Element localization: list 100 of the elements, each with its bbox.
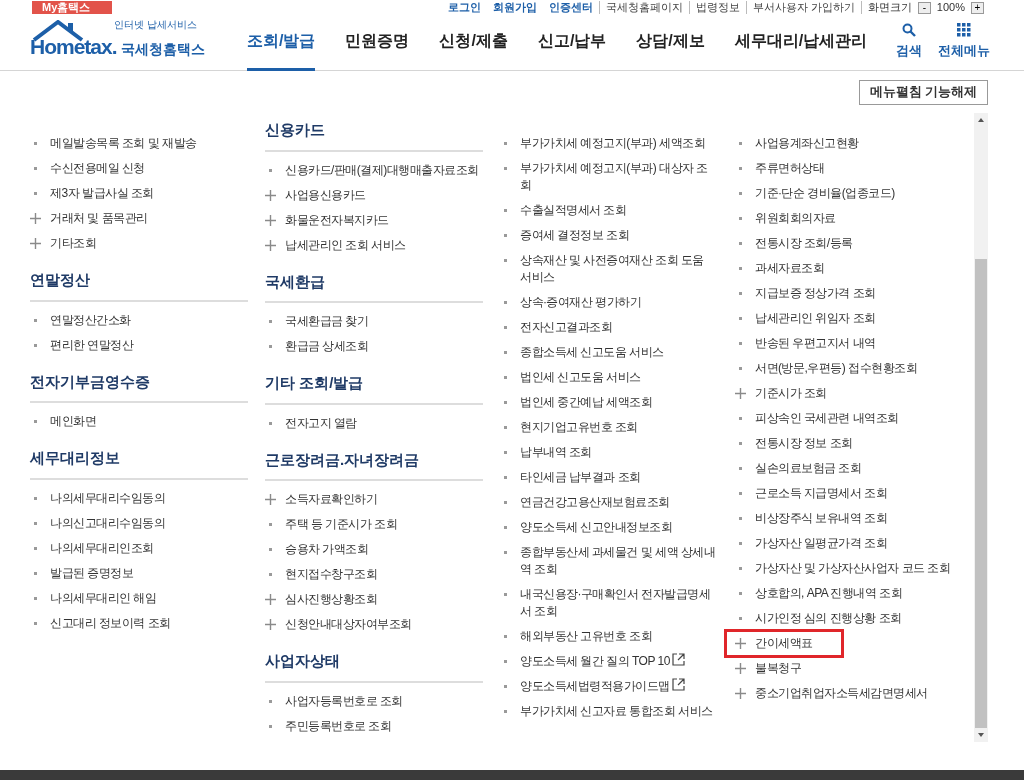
menu-link[interactable]: 제3자 발급사실 조회 <box>50 185 154 202</box>
menu-link[interactable]: 기준시가 조회 <box>755 385 827 402</box>
menu-link[interactable]: 신청안내대상자여부조회 <box>285 616 412 633</box>
menu-link[interactable]: 타인세금 납부결과 조회 <box>520 469 641 486</box>
menu-link[interactable]: 주민등록번호로 조회 <box>285 717 392 735</box>
menu-link[interactable]: 메일발송목록 조회 및 재발송 <box>50 135 197 152</box>
scrollbar-thumb[interactable] <box>975 259 987 728</box>
menu-link[interactable]: 심사진행상황조회 <box>285 591 377 608</box>
menu-link[interactable]: 반송된 우편고지서 내역 <box>755 335 876 352</box>
menu-link[interactable]: 나의세무대리인조회 <box>50 539 154 557</box>
menu-link[interactable]: 법인세 신고도움 서비스 <box>520 369 641 386</box>
menu-link[interactable]: 연말정산간소화 <box>50 311 131 329</box>
menu-link[interactable]: 전자신고결과조회 <box>520 319 612 336</box>
menu-link[interactable]: 사업용신용카드 <box>285 186 366 204</box>
nav-tab[interactable]: 신고/납부 <box>537 14 607 71</box>
zoom-out-button[interactable]: - <box>917 1 931 14</box>
bullet-icon <box>739 367 742 370</box>
menu-link[interactable]: 수신전용메일 신청 <box>50 160 145 177</box>
menu-link[interactable]: 승용차 가액조회 <box>285 541 369 558</box>
zoom-in-button[interactable]: + <box>971 1 984 14</box>
nav-tab[interactable]: 민원증명 <box>345 14 410 71</box>
menu-link[interactable]: 시가인정 심의 진행상황 조회 <box>755 610 902 627</box>
menu-link[interactable]: 거래처 및 품목관리 <box>50 210 148 227</box>
menu-link[interactable]: 편리한 연말정산 <box>50 336 134 354</box>
menu-link[interactable]: 발급된 증명정보 <box>50 564 134 582</box>
menu-link[interactable]: 전통시장 정보 조회 <box>755 435 853 452</box>
menu-link[interactable]: 실손의료보험금 조회 <box>755 460 862 477</box>
logo-wordmark[interactable]: Hometax. <box>30 36 117 58</box>
menu-link[interactable]: 내국신용장·구매확인서 전자발급명세서 조회 <box>520 586 718 620</box>
menu-link[interactable]: 종합부동산세 과세물건 및 세액 상세내역 조회 <box>520 544 718 578</box>
menu-link[interactable]: 전자고지 열람 <box>285 414 357 432</box>
menu-link[interactable]: 연금건강고용산재보험료조회 <box>520 494 670 511</box>
menu-link[interactable]: 부가가치세 신고자료 통합조회 서비스 <box>520 703 713 720</box>
menu-link[interactable]: 해외부동산 고유번호 조회 <box>520 628 653 645</box>
bullet-icon <box>739 467 742 470</box>
bullet-icon <box>269 345 272 348</box>
all-menu-button[interactable]: 전체메뉴 <box>938 23 990 61</box>
menu-link[interactable]: 상속재산 및 사전증여재산 조회 도움 서비스 <box>520 252 718 286</box>
menu-link[interactable]: 소득자료확인하기 <box>285 491 377 508</box>
menu-link[interactable]: 메인화면 <box>50 413 96 430</box>
menu-link[interactable]: 환급금 상세조회 <box>285 338 369 355</box>
menu-link[interactable]: 주류면허상태 <box>755 160 824 177</box>
menu-link[interactable]: 주택 등 기준시가 조회 <box>285 516 397 533</box>
menu-link[interactable]: 과세자료조회 <box>755 260 824 277</box>
menu-link[interactable]: 비상장주식 보유내역 조회 <box>755 510 888 527</box>
menu-link[interactable]: 상호합의, APA 진행내역 조회 <box>755 585 903 602</box>
menu-link[interactable]: 종합소득세 신고도움 서비스 <box>520 344 664 361</box>
search-button[interactable]: 검색 <box>896 23 922 61</box>
menu-link[interactable]: 양도소득세 신고안내정보조회 <box>520 519 673 536</box>
my-hometax-tab[interactable]: My홈택스 <box>32 1 112 14</box>
nav-tab[interactable]: 세무대리/납세관리 <box>734 14 868 71</box>
menu-link[interactable]: 위원회회의자료 <box>755 210 836 227</box>
menu-link[interactable]: 수출실적명세서 조회 <box>520 202 627 219</box>
menu-link[interactable]: 중소기업취업자소득세감면명세서 <box>755 685 928 702</box>
scrollbar[interactable] <box>974 113 988 742</box>
menu-link[interactable]: 상속·증여재산 평가하기 <box>520 294 642 311</box>
top-link[interactable]: 부서사용자 가입하기 <box>745 1 855 14</box>
nav-tab[interactable]: 상담/제보 <box>636 14 705 71</box>
menu-link[interactable]: 부가가치세 예정고지(부과) 세액조회 <box>520 135 706 152</box>
menu-link[interactable]: 가상자산 일평균가격 조회 <box>755 535 888 552</box>
menu-link[interactable]: 근로소득 지급명세서 조회 <box>755 485 888 502</box>
bullet-icon <box>34 192 37 195</box>
top-link[interactable]: 회원가입 <box>492 1 537 14</box>
menu-link[interactable]: 부가가치세 예정고지(부과) 대상자 조회 <box>520 160 718 194</box>
top-link[interactable]: 인증센터 <box>548 1 593 14</box>
menu-link[interactable]: 전통시장 조회/등록 <box>755 235 853 252</box>
menu-link[interactable]: 사업자등록번호로 조회 <box>285 692 403 710</box>
menu-link[interactable]: 화물운전자복지카드 <box>285 211 389 229</box>
top-link[interactable]: 로그인 <box>447 1 481 14</box>
menu-link[interactable]: 현지접수창구조회 <box>285 566 377 583</box>
nav-tab[interactable]: 조회/발급 <box>247 14 316 71</box>
menu-link[interactable]: 증여세 결정정보 조회 <box>520 227 630 244</box>
menu-link[interactable]: 지급보증 정상가격 조회 <box>755 285 876 302</box>
menu-link[interactable]: 나의세무대리인 해임 <box>50 589 157 607</box>
logo-name[interactable]: 국세청홈택스 <box>120 40 205 58</box>
menu-link[interactable]: 신고대리 정보이력 조회 <box>50 614 171 632</box>
menu-link[interactable]: 나의세무대리수임동의 <box>50 489 165 507</box>
menu-link[interactable]: 국세환급금 찾기 <box>285 313 369 330</box>
menu-link[interactable]: 피상속인 국세관련 내역조회 <box>755 410 899 427</box>
menu-link[interactable]: 나의신고대리수임동의 <box>50 514 165 532</box>
top-link[interactable]: 법령정보 <box>688 1 740 14</box>
menu-link[interactable]: 양도소득세법령적용가이드맵 <box>520 678 685 695</box>
bullet-icon <box>504 426 507 429</box>
menu-link[interactable]: 현지기업고유번호 조회 <box>520 419 638 436</box>
menu-toggle-button[interactable]: 메뉴펼침 기능해제 <box>858 80 988 105</box>
bullet-icon <box>504 526 507 529</box>
menu-link[interactable]: 납세관리인 조회 서비스 <box>285 236 406 254</box>
menu-link[interactable]: 서면(방문,우편등) 접수현황조회 <box>755 360 918 377</box>
nav-tab[interactable]: 신청/제출 <box>439 14 508 71</box>
menu-link[interactable]: 기타조회 <box>50 235 96 252</box>
menu-link[interactable]: 불복청구 <box>755 660 801 677</box>
menu-link[interactable]: 납부내역 조회 <box>520 444 592 461</box>
menu-link[interactable]: 기준·단순 경비율(업종코드) <box>755 185 895 202</box>
menu-link[interactable]: 사업용계좌신고현황 <box>755 135 859 152</box>
top-link[interactable]: 국세청홈페이지 <box>598 1 683 14</box>
menu-link[interactable]: 양도소득세 월간 질의 TOP 10 <box>520 653 685 670</box>
menu-link[interactable]: 법인세 중간예납 세액조회 <box>520 394 653 411</box>
menu-link[interactable]: 가상자산 및 가상자산사업자 코드 조회 <box>755 560 951 577</box>
menu-link[interactable]: 신용카드/판매(결제)대행매출자료조회 <box>285 161 479 179</box>
menu-link[interactable]: 납세관리인 위임자 조회 <box>755 310 876 327</box>
